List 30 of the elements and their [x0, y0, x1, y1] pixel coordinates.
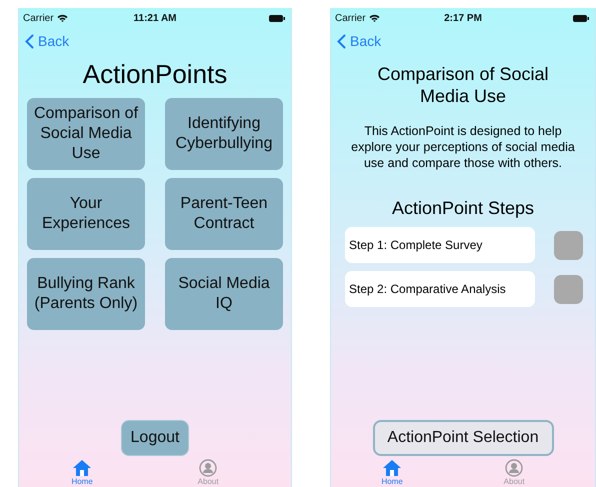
description-text: This ActionPoint is designed to help explore your perceptions of social media use and compare those with others. — [350, 123, 576, 171]
house-icon — [72, 459, 92, 477]
step-checkbox[interactable] — [554, 230, 583, 260]
actionpoint-button[interactable]: Bullying Rank (Parents Only) — [27, 258, 145, 330]
section-heading: ActionPoint Steps — [392, 197, 534, 219]
status-time: 11:21 AM — [134, 12, 176, 24]
actionpoint-button[interactable]: Identifying Cyberbullying — [165, 98, 283, 170]
actionpoint-button[interactable]: Social Media IQ — [165, 258, 283, 330]
step-button[interactable]: Step 2: Comparative Analysis — [345, 271, 535, 307]
battery-icon — [573, 14, 589, 22]
carrier-label: Carrier — [335, 12, 366, 24]
wifi-icon — [56, 14, 68, 22]
person-circle-icon — [505, 459, 524, 477]
actionpoint-button[interactable]: Parent-Teen Contract — [165, 178, 283, 250]
status-time: 2:17 PM — [444, 12, 482, 24]
house-icon — [382, 459, 402, 477]
selection-button[interactable]: ActionPoint Selection — [372, 420, 554, 456]
chevron-left-icon — [25, 34, 34, 48]
person-circle-icon — [199, 459, 218, 477]
step-checkbox[interactable] — [554, 274, 583, 304]
battery-icon — [269, 14, 285, 22]
page-title: ActionPoints — [82, 58, 228, 90]
wifi-icon — [368, 14, 380, 22]
chevron-left-icon — [337, 34, 346, 48]
step-button[interactable]: Step 1: Complete Survey — [345, 227, 535, 263]
carrier-label: Carrier — [23, 12, 54, 24]
page-title: Comparison of Social Media Use — [376, 63, 550, 107]
logout-button[interactable]: Logout — [120, 420, 190, 456]
actionpoint-button[interactable]: Your Experiences — [27, 178, 145, 250]
actionpoint-button[interactable]: Comparison of Social Media Use — [27, 98, 145, 170]
